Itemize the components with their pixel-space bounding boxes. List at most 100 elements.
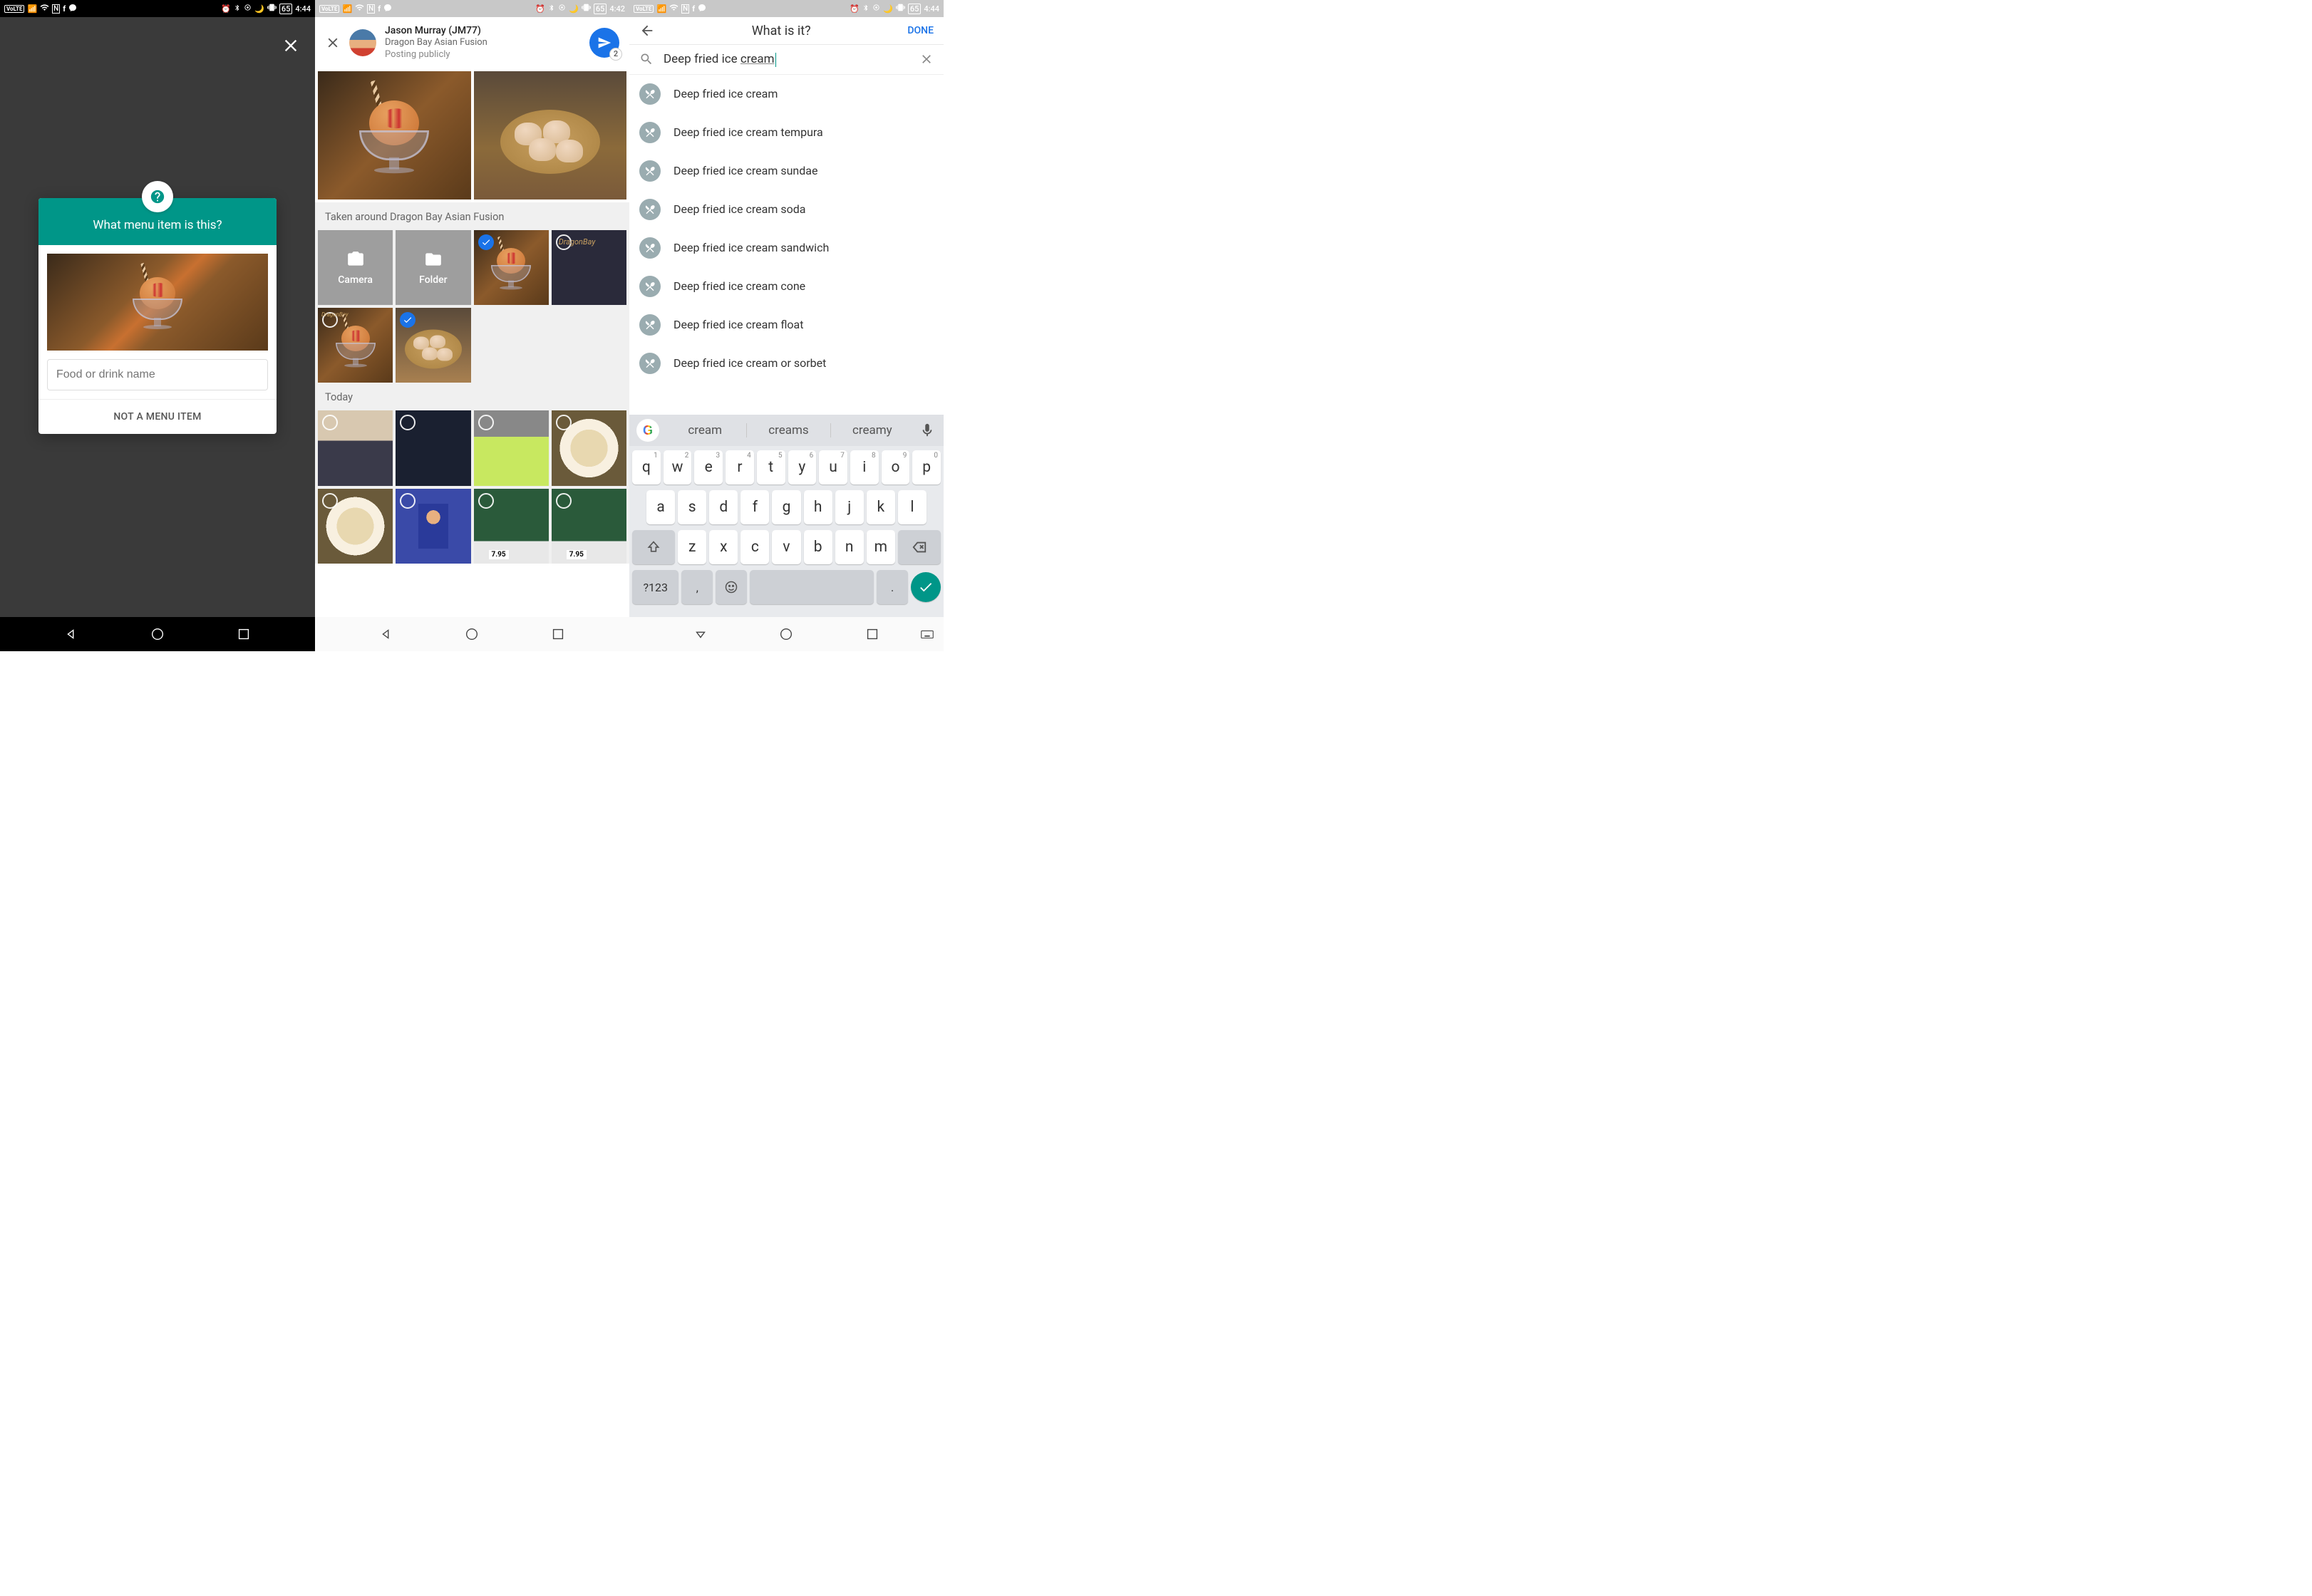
nearby-grid: Camera Folder DragonBay DragonBay (315, 230, 629, 383)
messenger-icon (698, 4, 706, 14)
key-e[interactable]: e3 (694, 450, 723, 484)
key-h[interactable]: h (804, 490, 832, 524)
key-d[interactable]: d (709, 490, 738, 524)
key-m[interactable]: m (867, 530, 895, 564)
send-count-badge: 2 (609, 48, 622, 61)
nav-back-button[interactable] (63, 626, 79, 642)
key-c[interactable]: c (740, 530, 769, 564)
key-b[interactable]: b (804, 530, 832, 564)
check-icon (400, 312, 416, 328)
suggestion-item[interactable]: Deep fried ice cream sundae (629, 152, 944, 190)
nav-home-button[interactable] (778, 626, 794, 642)
photo-thumbnail[interactable]: DragonBay (318, 308, 393, 383)
bluetooth-icon (548, 4, 555, 14)
key-y[interactable]: y6 (788, 450, 817, 484)
kb-suggestion[interactable]: cream (664, 423, 747, 437)
nav-home-button[interactable] (464, 626, 480, 642)
check-icon (322, 493, 338, 509)
not-menu-item-button[interactable]: NOT A MENU ITEM (38, 399, 277, 434)
key-a[interactable]: a (646, 490, 675, 524)
key-v[interactable]: v (772, 530, 800, 564)
key-g[interactable]: g (772, 490, 800, 524)
nav-recent-button[interactable] (865, 626, 880, 642)
suggestion-item[interactable]: Deep fried ice cream float (629, 306, 944, 344)
visibility-label: Posting publicly (385, 49, 581, 61)
camera-button[interactable]: Camera (318, 230, 393, 305)
photo-thumbnail[interactable]: 7.95 (474, 489, 549, 564)
key-k[interactable]: k (867, 490, 895, 524)
close-button[interactable] (325, 35, 341, 51)
clear-button[interactable] (919, 52, 934, 66)
photo-thumbnail[interactable] (318, 410, 393, 485)
food-name-input[interactable] (47, 359, 268, 390)
comma-key[interactable]: , (681, 570, 713, 604)
photo-thumbnail[interactable]: 7.95 (552, 489, 626, 564)
suggestion-item[interactable]: Deep fried ice cream or sorbet (629, 344, 944, 381)
volte-indicator: VoLTE (634, 5, 654, 13)
enter-key[interactable] (911, 572, 941, 602)
key-w[interactable]: w2 (664, 450, 692, 484)
suggestion-item[interactable]: Deep fried ice cream sandwich (629, 229, 944, 267)
mic-icon[interactable] (919, 423, 935, 438)
period-key[interactable]: . (877, 570, 908, 604)
check-icon (478, 493, 494, 509)
suggestion-item[interactable]: Deep fried ice cream cone (629, 267, 944, 306)
photo-thumbnail[interactable] (318, 489, 393, 564)
key-i[interactable]: i8 (850, 450, 879, 484)
status-bar: VoLTE 📶 N f ⏰ 🌙 65 4:42 (315, 0, 629, 17)
kb-suggestion[interactable]: creams (747, 423, 830, 437)
key-l[interactable]: l (898, 490, 927, 524)
suggestion-item[interactable]: Deep fried ice cream soda (629, 190, 944, 229)
suggestion-item[interactable]: Deep fried ice cream (629, 75, 944, 113)
photo-thumbnail[interactable] (474, 230, 549, 305)
key-f[interactable]: f (740, 490, 769, 524)
nav-back-button[interactable] (378, 626, 394, 642)
suggestions-list: Deep fried ice cream Deep fried ice crea… (629, 75, 944, 381)
nav-home-button[interactable] (150, 626, 165, 642)
key-n[interactable]: n (835, 530, 864, 564)
key-u[interactable]: u7 (819, 450, 847, 484)
key-r[interactable]: r4 (726, 450, 754, 484)
key-z[interactable]: z (678, 530, 706, 564)
facebook-icon: f (63, 4, 66, 14)
nav-back-button[interactable] (693, 626, 708, 642)
key-t[interactable]: t5 (757, 450, 785, 484)
nav-recent-button[interactable] (236, 626, 252, 642)
photo-thumbnail[interactable] (396, 410, 470, 485)
back-button[interactable] (639, 23, 655, 38)
key-j[interactable]: j (835, 490, 864, 524)
key-x[interactable]: x (709, 530, 738, 564)
nav-bar (315, 617, 629, 651)
send-button[interactable]: 2 (589, 28, 619, 58)
modal-title: What menu item is this? (93, 218, 222, 232)
done-button[interactable]: DONE (907, 25, 934, 36)
status-time: 4:42 (609, 4, 625, 14)
nav-keyboard-button[interactable] (919, 626, 935, 642)
nav-recent-button[interactable] (550, 626, 566, 642)
suggestion-text: Deep fried ice cream sundae (674, 164, 817, 177)
selected-photo[interactable] (318, 71, 471, 200)
backspace-key[interactable] (898, 530, 941, 564)
photo-thumbnail[interactable]: DragonBay (552, 230, 626, 305)
photo-thumbnail[interactable] (396, 308, 470, 383)
suggestion-item[interactable]: Deep fried ice cream tempura (629, 113, 944, 152)
close-button[interactable] (281, 36, 301, 56)
key-s[interactable]: s (678, 490, 706, 524)
kb-suggestion[interactable]: creamy (831, 423, 914, 437)
search-input[interactable]: Deep fried ice cream (664, 52, 909, 67)
google-button[interactable]: G (636, 419, 659, 442)
shift-key[interactable] (632, 530, 675, 564)
key-p[interactable]: p0 (912, 450, 941, 484)
photo-thumbnail[interactable] (396, 489, 470, 564)
selected-photo[interactable] (474, 71, 627, 200)
photo-thumbnail[interactable] (552, 410, 626, 485)
photo-thumbnail[interactable] (474, 410, 549, 485)
key-q[interactable]: q1 (632, 450, 661, 484)
folder-button[interactable]: Folder (396, 230, 470, 305)
key-o[interactable]: o9 (882, 450, 910, 484)
space-key[interactable] (750, 570, 874, 604)
emoji-key[interactable] (716, 570, 747, 604)
vibrate-icon (896, 3, 905, 14)
symbols-key[interactable]: ?123 (632, 570, 678, 604)
vibrate-icon (267, 3, 277, 14)
